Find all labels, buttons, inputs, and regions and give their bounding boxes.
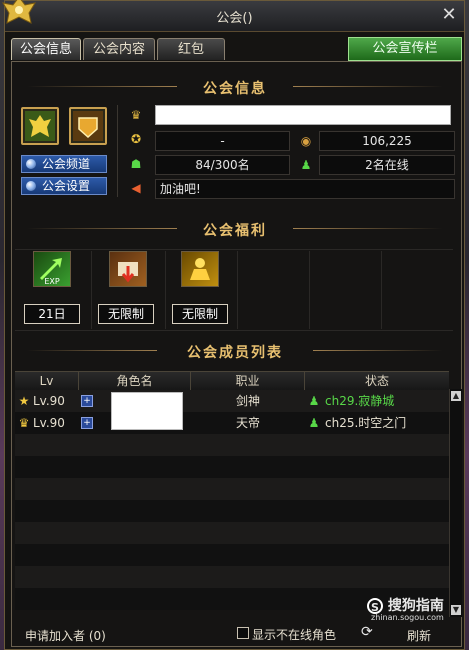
guild-rank-field: - [155,131,290,151]
benefit-buff-label: 无限制 [172,304,228,324]
watermark-logo-icon: S [367,598,383,614]
applicants-link[interactable]: 申请加入者 (0) [25,627,106,644]
members-icon: ☗ [130,157,142,171]
empty-row [15,434,449,456]
member-table-header: Lv 角色名 职业 状态 [15,371,449,391]
show-offline-label: 显示不在线角色 [252,628,337,642]
section-title-info: 公会信息 [203,81,267,97]
expand-icon[interactable]: + [81,395,93,407]
fund-coin-icon: ◉ [300,134,312,148]
member-status: ch25.时空之门 [325,416,407,430]
guild-badge-icon[interactable] [21,107,59,145]
guild-window: 公会() ✕ 公会信息 公会内容 红包 公会宣传栏 公会信息 公会频道 公会设置… [1,0,465,650]
show-offline-checkbox[interactable] [237,627,249,639]
guild-emblem-icon [1,0,37,24]
tab-guild-info[interactable]: 公会信息 [11,38,81,60]
member-name [111,392,183,430]
window-title: 公会() [216,11,253,26]
watermark-url: zhinan.sogou.com [371,613,444,622]
column-job[interactable]: 职业 [191,372,305,390]
channel-icon [26,159,36,169]
online-status-icon: ♟ [308,416,320,430]
member-count-field: 84/300名 [155,155,290,175]
empty-row [15,456,449,478]
divider [117,105,118,197]
guild-settings-button[interactable]: 公会设置 [21,177,107,195]
title-bar[interactable]: 公会() ✕ [5,1,464,32]
guild-name-icon: ♛ [130,108,142,122]
column-level[interactable]: Lv [15,372,79,390]
section-header-benefits: 公会福利 [17,219,453,239]
column-name[interactable]: 角色名 [79,372,191,390]
member-list-scrollbar[interactable]: ▲ ▼ [449,389,462,617]
star-icon: ★ [18,394,30,408]
empty-row [15,522,449,544]
refresh-icon[interactable]: ⟳ [361,624,373,640]
speaker-icon: ◀ [131,181,141,195]
guild-promo-button[interactable]: 公会宣传栏 [348,37,462,61]
online-count-field: 2名在线 [319,155,455,175]
online-status-icon: ♟ [308,394,320,408]
scroll-up-icon[interactable]: ▲ [451,391,461,401]
section-header-info: 公会信息 [17,77,453,97]
guild-channel-button[interactable]: 公会频道 [21,155,107,173]
empty-row [15,478,449,500]
benefit-exp[interactable]: EXP 21日 [23,251,93,327]
member-job: 天帝 [235,416,260,430]
watermark: S 搜狗指南 [367,595,444,615]
online-person-icon: ♟ [300,158,312,172]
svg-text:EXP: EXP [44,277,60,286]
expand-icon[interactable]: + [81,417,93,429]
section-header-members: 公会成员列表 [17,341,453,361]
empty-row [15,500,449,522]
guild-notice-field: 加油吧! [155,179,455,199]
empty-row [15,566,449,588]
benefit-repair-label: 无限制 [98,304,154,324]
footer-bar: 申请加入者 (0) 显示不在线角色 ⟳ 刷新 [11,621,462,649]
tab-guild-content[interactable]: 公会内容 [83,38,155,60]
exp-boost-icon: EXP [33,251,71,287]
section-title-benefits: 公会福利 [203,223,267,239]
character-buff-icon [181,251,219,287]
column-status[interactable]: 状态 [305,372,449,390]
refresh-button[interactable]: 刷新 [407,627,431,644]
member-level: Lv.90 [33,394,65,408]
member-row[interactable]: ♛ Lv.90 + 天帝 ♟ ch25.时空之门 [15,412,449,434]
member-level: Lv.90 [33,416,65,430]
repair-icon [109,251,147,287]
empty-row [15,544,449,566]
benefit-exp-label: 21日 [24,304,80,324]
benefit-repair[interactable]: 无限制 [97,251,167,327]
guild-name-field [155,105,451,125]
tab-red-packet[interactable]: 红包 [157,38,225,60]
close-button[interactable]: ✕ [440,6,458,24]
member-row[interactable]: ★ Lv.90 + 剑神 ♟ ch29.寂静城 [15,390,449,430]
crown-icon: ♛ [18,416,30,430]
rank-medal-icon: ✪ [130,132,142,146]
member-job: 剑神 [235,394,260,408]
scroll-down-icon[interactable]: ▼ [451,605,461,615]
guild-fund-field: 106,225 [319,131,455,151]
member-status: ch29.寂静城 [325,394,395,408]
benefit-buff[interactable]: 无限制 [171,251,241,327]
guild-mark-icon[interactable] [69,107,107,145]
settings-icon [26,181,36,191]
section-title-members: 公会成员列表 [187,345,283,361]
